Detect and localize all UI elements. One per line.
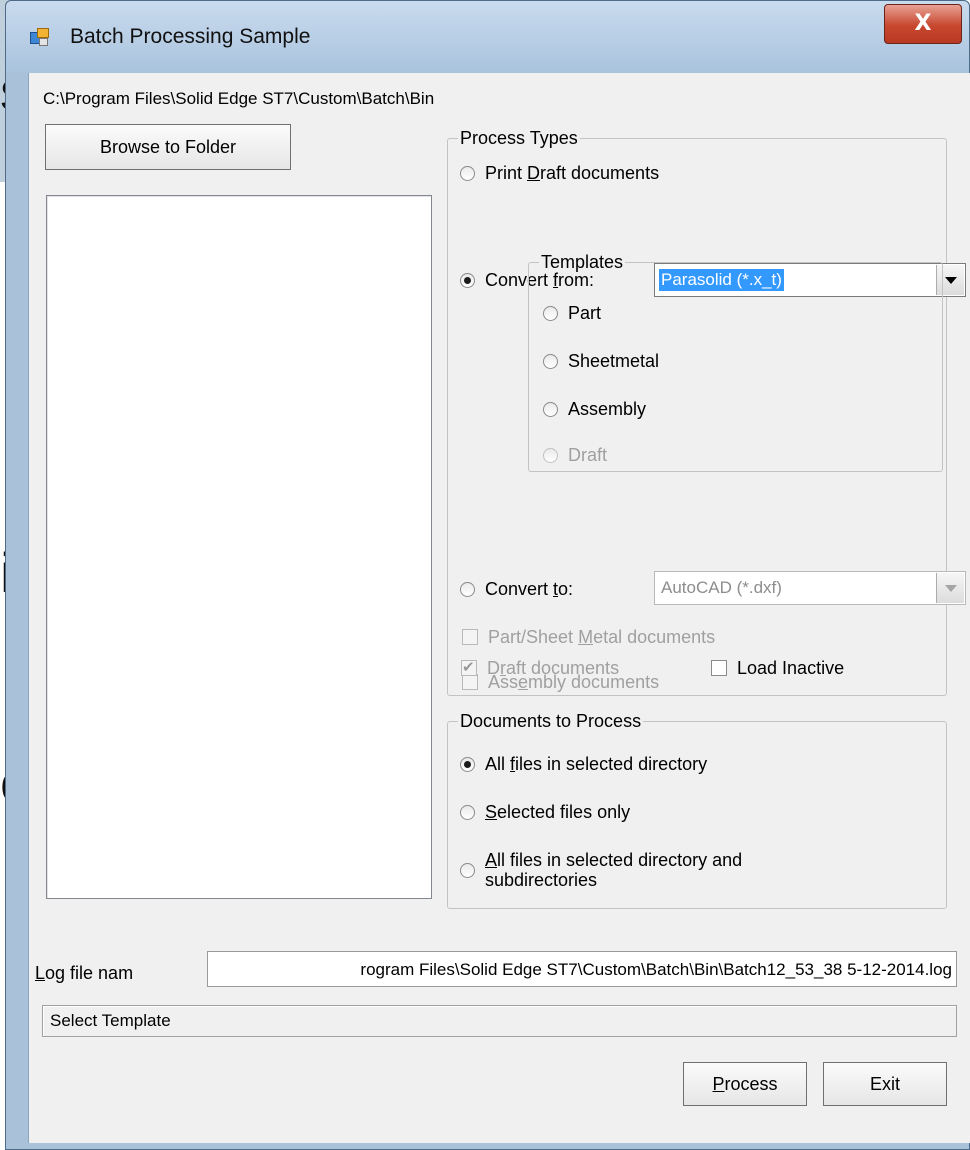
log-file-label: Log file nam [35,963,134,983]
part-sheet-metal-checkbox: Part/Sheet Metal documents [462,627,715,648]
all-files-radio[interactable]: All files in selected directory [460,754,707,775]
forms-app-icon[interactable] [30,28,50,48]
draft-documents-checkbox: Draft documents [461,658,619,679]
checkbox-icon [462,629,478,645]
folder-path-label: C:\Program Files\Solid Edge ST7\Custom\B… [43,89,435,108]
window-title: Batch Processing Sample [70,25,311,48]
template-draft-radio: Draft [543,445,607,466]
radio-checked-icon [460,273,475,288]
chevron-down-icon [936,573,964,603]
radio-icon [543,306,558,321]
templates-legend: Templates [539,252,626,272]
title-bar[interactable]: Batch Processing Sample X [6,1,969,73]
radio-icon [460,805,475,820]
status-bar: Select Template [42,1005,957,1037]
dialog-window: Batch Processing Sample X C:\Program Fil… [5,0,970,1150]
all-files-subdirectories-radio[interactable]: All files in selected directory and subdi… [460,850,742,890]
radio-icon [460,863,475,878]
convert-to-radio[interactable]: Convert to: [460,579,573,600]
radio-icon [543,402,558,417]
process-button[interactable]: Process [683,1062,807,1106]
documents-to-process-group: Documents to Process All files in select… [447,711,947,909]
checkbox-checked-icon [461,658,477,676]
radio-icon [543,448,558,463]
template-assembly-radio[interactable]: Assembly [543,399,646,420]
dialog-client-area: C:\Program Files\Solid Edge ST7\Custom\B… [28,73,970,1143]
templates-group: Templates Part Sheetmetal Assembly Draft [528,252,943,472]
process-types-group: Process Types Print Draft documents Conv… [447,128,966,696]
template-part-radio[interactable]: Part [543,303,601,324]
selected-files-only-radio[interactable]: Selected files only [460,802,630,823]
radio-icon [460,582,475,597]
radio-icon [460,166,475,181]
load-inactive-checkbox[interactable]: Load Inactive [711,658,844,679]
log-file-input[interactable]: rogram Files\Solid Edge ST7\Custom\Batch… [207,951,957,987]
close-button[interactable]: X [884,4,962,44]
exit-button[interactable]: Exit [823,1062,947,1106]
convert-to-dropdown: AutoCAD (*.dxf) [654,571,966,605]
convert-to-value: AutoCAD (*.dxf) [661,578,782,597]
radio-icon [543,354,558,369]
documents-to-process-legend: Documents to Process [458,711,644,731]
template-sheetmetal-radio[interactable]: Sheetmetal [543,351,659,372]
browse-to-folder-button[interactable]: Browse to Folder [45,124,291,170]
process-types-legend: Process Types [458,128,580,148]
file-list-box[interactable] [46,195,432,899]
radio-checked-icon [460,757,475,772]
checkbox-icon [711,660,727,676]
print-draft-radio[interactable]: Print Draft documents [460,163,659,184]
log-file-value: rogram Files\Solid Edge ST7\Custom\Batch… [360,960,952,979]
